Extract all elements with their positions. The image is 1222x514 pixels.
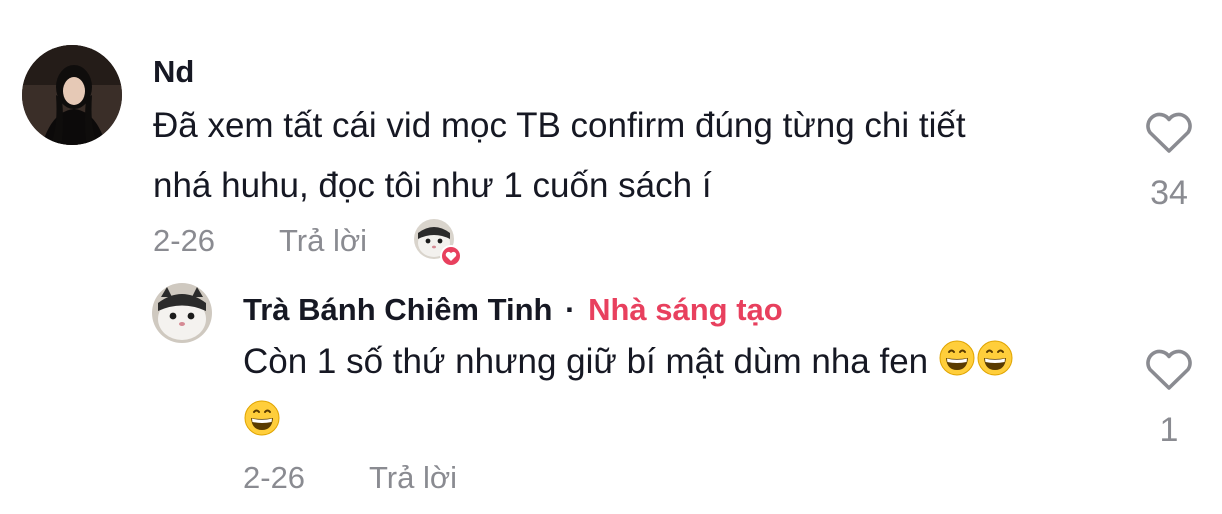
reply-text: Còn 1 số thứ nhưng giữ bí mật dùm nha fe… xyxy=(243,332,1103,452)
heart-outline-icon xyxy=(1146,349,1192,390)
comment-text-line: nhá huhu, đọc tôi như 1 cuốn sách í xyxy=(153,166,712,205)
like-count: 34 xyxy=(1150,174,1188,212)
grinning-face-emoji xyxy=(939,340,975,376)
reply-author-name[interactable]: Trà Bánh Chiêm Tinh xyxy=(243,292,552,327)
creator-avatar[interactable] xyxy=(152,283,212,343)
creator-liked-badge xyxy=(414,219,462,267)
creator-badge: Nhà sáng tạo xyxy=(588,292,783,327)
commenter-name[interactable]: Nd xyxy=(153,54,194,90)
like-button[interactable]: 34 xyxy=(1139,106,1199,216)
comment-text: Đã xem tất cái vid mọc TB confirm đúng t… xyxy=(153,96,1113,216)
heart-outline-icon xyxy=(1146,112,1192,153)
comment-date: 2-26 xyxy=(153,223,216,258)
reply-button[interactable]: Trả lời xyxy=(279,223,367,259)
grinning-face-emoji xyxy=(244,400,280,436)
name-separator: · xyxy=(565,292,576,327)
grinning-face-emoji xyxy=(977,340,1013,376)
reply-date: 2-26 xyxy=(243,460,306,495)
comment-text-line: Đã xem tất cái vid mọc TB confirm đúng t… xyxy=(153,106,966,145)
reply-author-line: Trà Bánh Chiêm Tinh · Nhà sáng tạo xyxy=(243,292,783,328)
reply-text-content: Còn 1 số thứ nhưng giữ bí mật dùm nha fe… xyxy=(243,342,929,381)
reply-reply-button[interactable]: Trả lời xyxy=(369,460,457,496)
commenter-avatar[interactable] xyxy=(22,45,122,145)
creator-liked-heart-icon xyxy=(440,245,462,267)
reply-like-count: 1 xyxy=(1159,411,1179,449)
reply-like-button[interactable]: 1 xyxy=(1139,343,1199,453)
